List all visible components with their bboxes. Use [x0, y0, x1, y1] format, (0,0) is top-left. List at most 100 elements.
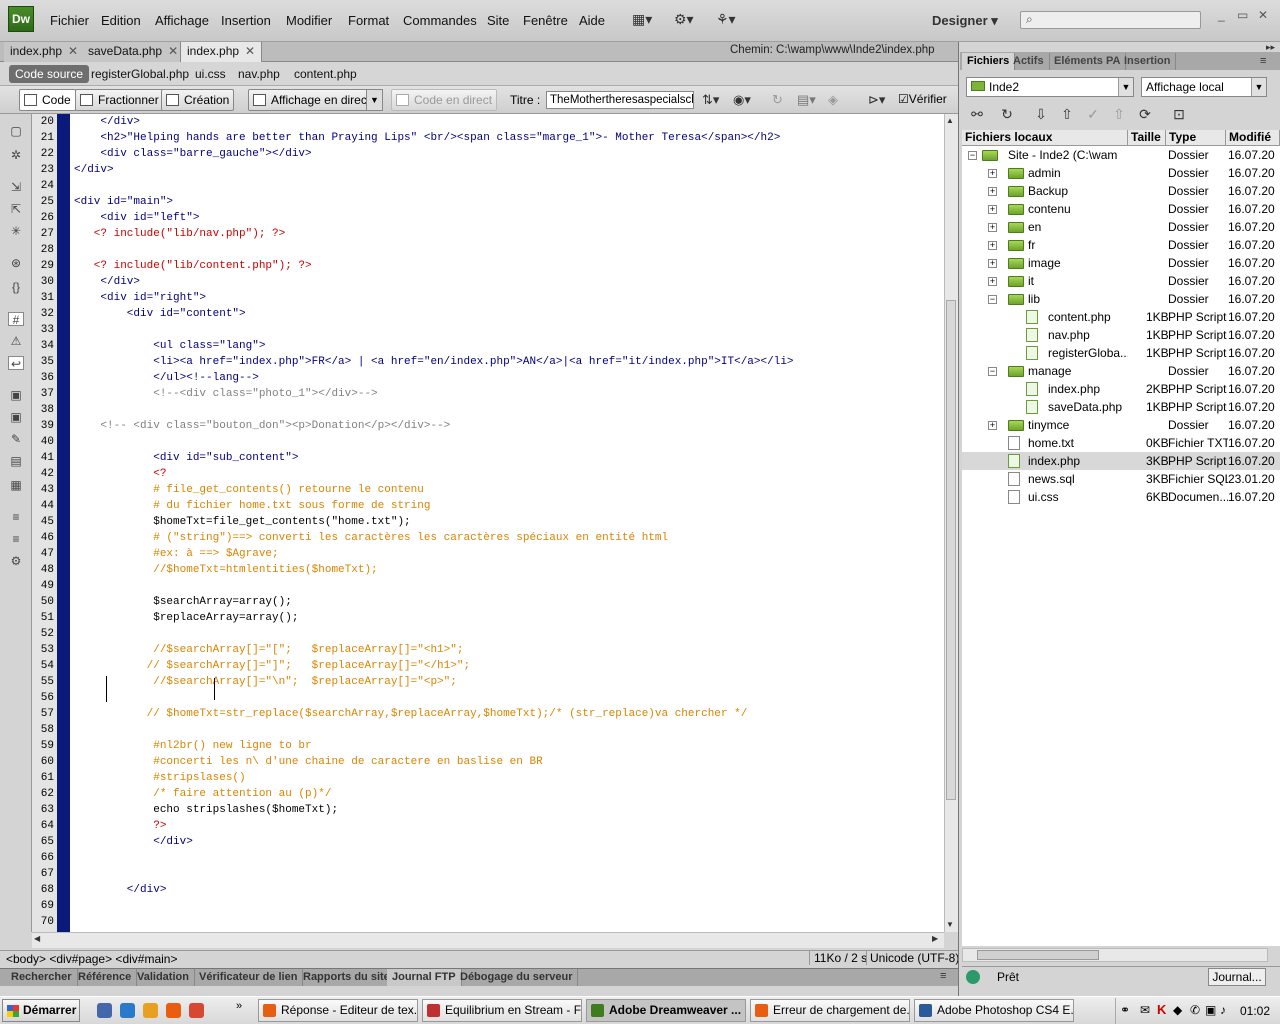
code-line[interactable]: <!-- <div class="bouton_don"><p>Donation…	[74, 420, 450, 432]
code-line[interactable]: <!--<div class="photo_1"></div>-->	[74, 388, 377, 400]
code-line[interactable]: // $searchArray[]="]"; $replaceArray[]="…	[74, 660, 470, 672]
code-line[interactable]: # ("string")==> converti les caractères …	[74, 532, 668, 544]
code-line[interactable]: $replaceArray=array();	[74, 612, 298, 624]
col-taille[interactable]: Taille	[1128, 130, 1166, 146]
close-icon[interactable]: ✕	[245, 44, 255, 58]
view-options-icon[interactable]: ▤▾	[797, 92, 816, 108]
file-row[interactable]: − Site - Inde2 (C:\wam... Dossier 16.07.20	[962, 146, 1280, 164]
expand-icon[interactable]: +	[988, 277, 997, 286]
file-row[interactable]: + image Dossier 16.07.20	[962, 254, 1280, 272]
file-row[interactable]: index.php 3KB PHP Script 16.07.20	[962, 452, 1280, 470]
file-row[interactable]: news.sql 3KB Fichier SQL 23.01.20	[962, 470, 1280, 488]
code-line[interactable]: <div id="content">	[74, 308, 246, 320]
tab-rechercher[interactable]: Rechercher	[6, 969, 78, 986]
open-documents-icon[interactable]: ▢	[8, 124, 24, 138]
tab-insertion[interactable]: Insertion	[1119, 53, 1177, 70]
expand-icon[interactable]: +	[988, 205, 997, 214]
tab-index-php-active[interactable]: index.php ✕	[180, 42, 263, 62]
check-in-icon[interactable]: ⇧	[1110, 106, 1128, 124]
files-horizontal-scrollbar[interactable]	[962, 948, 1268, 962]
site-icon[interactable]: ⚘▾	[716, 11, 736, 28]
chrome-icon[interactable]	[189, 1003, 204, 1018]
col-fichiers-locaux[interactable]: Fichiers locaux	[962, 130, 1128, 146]
tab-savedata-php[interactable]: saveData.php ✕	[82, 42, 186, 62]
tab-debogage-serveur[interactable]: Débogage du serveur	[455, 969, 579, 986]
start-button[interactable]: Démarrer	[2, 999, 80, 1022]
files-scroll-thumb[interactable]	[977, 950, 1099, 960]
put-files-icon[interactable]: ⇧	[1058, 106, 1076, 124]
code-line[interactable]: <div id="main">	[74, 196, 173, 208]
split-view-button[interactable]: Fractionner	[75, 89, 164, 111]
menu-affichage[interactable]: Affichage	[155, 13, 209, 28]
desktop-icon[interactable]	[97, 1003, 112, 1018]
file-management-icon[interactable]: ⇅▾	[702, 92, 719, 108]
collapse-selection-icon[interactable]: ⇱	[8, 202, 24, 216]
layout-icon[interactable]: ▦▾	[632, 11, 652, 28]
code-line[interactable]: #concerti les n\ d'une chaine de caracte…	[74, 756, 542, 768]
file-row[interactable]: home.txt 0KB Fichier TXT 16.07.20	[962, 434, 1280, 452]
code-line[interactable]: <li><a href="index.php">FR</a> | <a href…	[74, 356, 793, 368]
related-file-registerglobal[interactable]: registerGlobal.php	[91, 67, 189, 81]
related-file-nav[interactable]: nav.php	[238, 67, 280, 81]
check-browser-button[interactable]: ☑Vérifier	[898, 92, 947, 106]
tab-reference[interactable]: Référence	[73, 969, 138, 986]
file-row[interactable]: registerGloba... 1KB PHP Script 16.07.20	[962, 344, 1280, 362]
code-line[interactable]: </div>	[74, 116, 140, 128]
syntax-error-icon[interactable]: ▣	[8, 388, 24, 402]
tab-elements-pa[interactable]: Eléments PA	[1049, 53, 1127, 70]
code-line[interactable]: echo stripslashes($homeTxt);	[74, 804, 338, 816]
expand-icon[interactable]: +	[988, 169, 997, 178]
view-select[interactable]: Affichage local ▼	[1141, 77, 1267, 97]
code-line[interactable]: <ul class="lang">	[74, 340, 265, 352]
collapse-panel-icon[interactable]: ▸▸	[1266, 42, 1275, 53]
code-line[interactable]: <? include("lib/nav.php"); ?>	[74, 228, 285, 240]
menu-aide[interactable]: Aide	[579, 13, 605, 28]
code-line[interactable]: </div>	[74, 276, 140, 288]
related-file-source[interactable]: Code source	[9, 65, 90, 83]
collapse-icon[interactable]: −	[968, 151, 977, 160]
expand-all-icon[interactable]: ✳	[8, 224, 24, 238]
validate-icon[interactable]: ⊳▾	[868, 92, 885, 108]
code-line[interactable]: # file_get_contents() retourne le conten…	[74, 484, 424, 496]
code-line[interactable]: #ex: à ==> $Agrave;	[74, 548, 278, 560]
gear-icon[interactable]: ⚙▾	[674, 11, 694, 28]
col-modifie[interactable]: Modifié	[1226, 130, 1280, 146]
collapse-icon[interactable]: −	[988, 367, 997, 376]
tab-verificateur-lien[interactable]: Vérificateur de lien	[194, 969, 304, 986]
scroll-right-icon[interactable]: ▶	[932, 934, 938, 943]
line-numbers-icon[interactable]: #	[8, 312, 24, 327]
task-photoshop[interactable]: Adobe Photoshop CS4 E...	[914, 999, 1074, 1022]
file-row[interactable]: nav.php 1KB PHP Script 16.07.20	[962, 326, 1280, 344]
display-icon[interactable]: ▣	[1205, 1003, 1216, 1017]
ie-icon[interactable]	[120, 1003, 135, 1018]
expand-icon[interactable]: +	[988, 223, 997, 232]
tab-journal-ftp[interactable]: Journal FTP	[387, 969, 462, 986]
menu-insertion[interactable]: Insertion	[221, 13, 271, 28]
connect-icon[interactable]: ⚯	[968, 106, 986, 124]
task-reponse-editeur[interactable]: Réponse - Editeur de tex...	[258, 999, 418, 1022]
firefox-icon[interactable]	[166, 1003, 181, 1018]
title-input[interactable]: TheMothertheresaspecialscho	[546, 91, 694, 109]
visual-aids-icon[interactable]: ◈	[828, 92, 838, 108]
recent-snippets-icon[interactable]: ▦	[8, 478, 24, 492]
code-line[interactable]: </div>	[74, 164, 114, 176]
file-row[interactable]: index.php 2KB PHP Script 16.07.20	[962, 380, 1280, 398]
show-code-navigator-icon[interactable]: ✲	[8, 148, 24, 162]
code-line[interactable]: <div id="right">	[74, 292, 206, 304]
code-line[interactable]: <?	[74, 468, 166, 480]
menu-commandes[interactable]: Commandes	[403, 13, 477, 28]
file-row[interactable]: content.php 1KB PHP Script 16.07.20	[962, 308, 1280, 326]
related-file-uicss[interactable]: ui.css	[195, 67, 226, 81]
journal-button[interactable]: Journal...	[1208, 968, 1266, 986]
site-select[interactable]: Inde2 ▼	[966, 77, 1134, 97]
code-line[interactable]: //$searchArray[]="["; $replaceArray[]="<…	[74, 644, 463, 656]
indent-code-icon[interactable]: ≡	[8, 510, 24, 524]
code-view-button[interactable]: Code	[19, 89, 76, 111]
live-view-button[interactable]: Affichage en direct	[248, 89, 376, 111]
code-line[interactable]: </ul><!--lang-->	[74, 372, 259, 384]
live-code-button[interactable]: Code en direct	[391, 89, 498, 111]
get-files-icon[interactable]: ⇩	[1032, 106, 1050, 124]
file-row[interactable]: + fr Dossier 16.07.20	[962, 236, 1280, 254]
menu-fenetre[interactable]: Fenêtre	[523, 13, 568, 28]
messenger-icon[interactable]: ✉	[1140, 1003, 1150, 1017]
